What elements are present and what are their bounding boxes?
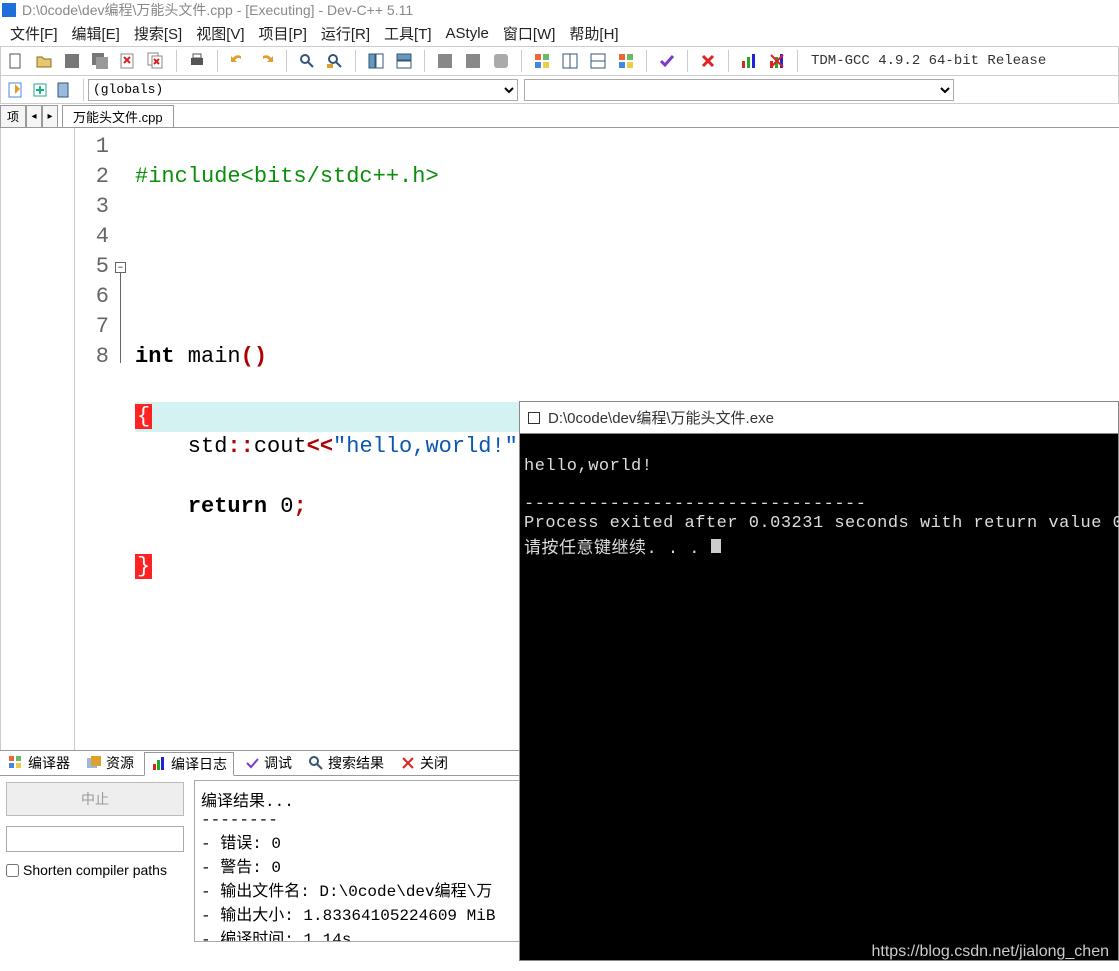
console-window[interactable]: D:\0code\dev编程\万能头文件.exe hello,world! --… bbox=[519, 401, 1119, 961]
menu-bar: 文件[F] 编辑[E] 搜索[S] 视图[V] 项目[P] 运行[R] 工具[T… bbox=[0, 20, 1119, 46]
cursor-icon bbox=[711, 539, 721, 553]
tab-scroll-left[interactable]: ◂ bbox=[26, 105, 42, 127]
layout2-icon[interactable] bbox=[393, 50, 415, 72]
menu-tools[interactable]: 工具[T] bbox=[378, 21, 438, 46]
compiler-label[interactable]: TDM-GCC 4.9.2 64-bit Release bbox=[811, 53, 1046, 69]
undo-icon[interactable] bbox=[227, 50, 249, 72]
menu-help[interactable]: 帮助[H] bbox=[563, 21, 624, 46]
line-gutter: 1 2 3 4 5 6 7 8 bbox=[75, 128, 115, 750]
save-icon[interactable] bbox=[61, 50, 83, 72]
tab-compiler[interactable]: 编译器 bbox=[2, 751, 76, 775]
console-titlebar[interactable]: D:\0code\dev编程\万能头文件.exe bbox=[520, 402, 1118, 434]
window-title: D:\0code\dev编程\万能头文件.cpp - [Executing] -… bbox=[22, 0, 413, 20]
new-file-icon[interactable] bbox=[5, 50, 27, 72]
file-tab[interactable]: 万能头文件.cpp bbox=[62, 105, 174, 127]
toolbar: TDM-GCC 4.9.2 64-bit Release bbox=[0, 46, 1119, 76]
menu-window[interactable]: 窗口[W] bbox=[497, 21, 562, 46]
check-icon[interactable] bbox=[656, 50, 678, 72]
save-all-icon[interactable] bbox=[89, 50, 111, 72]
tab-bar: 项 ◂ ▸ 万能头文件.cpp bbox=[0, 104, 1119, 128]
project-panel bbox=[1, 128, 75, 750]
close-all-icon[interactable] bbox=[145, 50, 167, 72]
find-icon[interactable] bbox=[296, 50, 318, 72]
tab-close[interactable]: 关闭 bbox=[394, 751, 454, 775]
globals-select[interactable]: (globals) bbox=[88, 79, 518, 101]
layout-icon[interactable] bbox=[365, 50, 387, 72]
bookmark-icon[interactable] bbox=[53, 79, 75, 101]
tab-resources[interactable]: 资源 bbox=[80, 751, 140, 775]
redo-icon[interactable] bbox=[255, 50, 277, 72]
filter-input[interactable] bbox=[6, 826, 184, 852]
chart-x-icon[interactable] bbox=[766, 50, 788, 72]
goto-icon[interactable] bbox=[5, 79, 27, 101]
add-icon[interactable] bbox=[29, 79, 51, 101]
menu-search[interactable]: 搜索[S] bbox=[128, 21, 188, 46]
replace-icon[interactable] bbox=[324, 50, 346, 72]
console-title-text: D:\0code\dev编程\万能头文件.exe bbox=[548, 407, 774, 428]
menu-edit[interactable]: 编辑[E] bbox=[66, 21, 126, 46]
menu-run[interactable]: 运行[R] bbox=[315, 21, 376, 46]
grid4-icon[interactable] bbox=[615, 50, 637, 72]
close-file-icon[interactable] bbox=[117, 50, 139, 72]
menu-file[interactable]: 文件[F] bbox=[4, 21, 64, 46]
fold-gutter: − bbox=[115, 128, 135, 750]
project-tab[interactable]: 项 bbox=[0, 105, 26, 127]
fold-toggle-icon[interactable]: − bbox=[115, 262, 126, 273]
tab-log[interactable]: 编译日志 bbox=[144, 752, 234, 776]
tab-search-results[interactable]: 搜索结果 bbox=[302, 751, 390, 775]
tab-debug[interactable]: 调试 bbox=[238, 751, 298, 775]
compile-run-icon[interactable] bbox=[490, 50, 512, 72]
bottom-panel-left: 中止 Shorten compiler paths bbox=[0, 776, 190, 946]
toolbar-row2: (globals) bbox=[0, 76, 1119, 104]
compile-icon[interactable] bbox=[434, 50, 456, 72]
chart-icon[interactable] bbox=[738, 50, 760, 72]
open-file-icon[interactable] bbox=[33, 50, 55, 72]
tab-scroll-right[interactable]: ▸ bbox=[42, 105, 58, 127]
menu-project[interactable]: 项目[P] bbox=[253, 21, 313, 46]
title-bar: D:\0code\dev编程\万能头文件.cpp - [Executing] -… bbox=[0, 0, 1119, 20]
print-icon[interactable] bbox=[186, 50, 208, 72]
delete-icon[interactable] bbox=[697, 50, 719, 72]
grid1-icon[interactable] bbox=[531, 50, 553, 72]
console-icon bbox=[528, 412, 540, 424]
menu-view[interactable]: 视图[V] bbox=[190, 21, 250, 46]
grid2-icon[interactable] bbox=[559, 50, 581, 72]
members-select[interactable] bbox=[524, 79, 954, 101]
watermark: https://blog.csdn.net/jialong_chen bbox=[872, 943, 1110, 961]
menu-astyle[interactable]: AStyle bbox=[440, 23, 495, 44]
grid3-icon[interactable] bbox=[587, 50, 609, 72]
console-output: hello,world! ---------------------------… bbox=[520, 434, 1118, 582]
shorten-paths-checkbox[interactable]: Shorten compiler paths bbox=[6, 862, 184, 878]
abort-button[interactable]: 中止 bbox=[6, 782, 184, 816]
run-icon[interactable] bbox=[462, 50, 484, 72]
app-logo-icon bbox=[2, 3, 16, 17]
